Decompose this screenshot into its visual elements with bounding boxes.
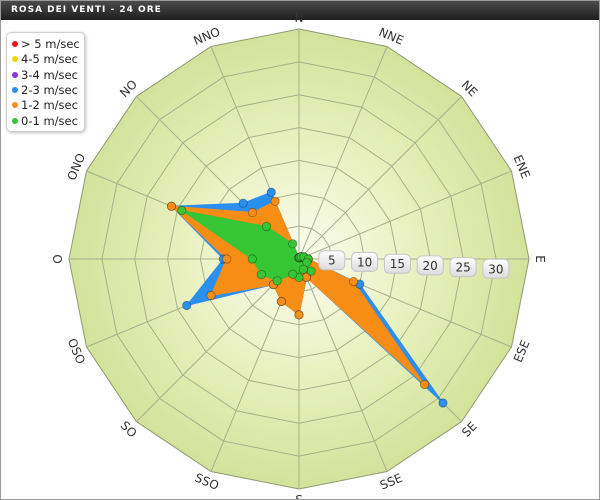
legend: > 5 m/sec 4-5 m/sec 3-4 m/sec 2-3 m/sec 1-2 … bbox=[6, 32, 85, 132]
data-point[interactable] bbox=[348, 276, 359, 287]
legend-label: 1-2 m/sec bbox=[21, 98, 78, 113]
legend-item-0-1-m-sec[interactable]: 0-1 m/sec bbox=[12, 114, 78, 128]
legend-label: 4-5 m/sec bbox=[21, 52, 78, 67]
data-point[interactable] bbox=[276, 296, 286, 307]
radial-tick-label: 20 bbox=[416, 255, 444, 276]
legend-item-4-5-m-sec[interactable]: 4-5 m/sec bbox=[12, 52, 78, 66]
data-point[interactable] bbox=[256, 269, 266, 280]
data-point[interactable] bbox=[182, 300, 192, 311]
data-point[interactable] bbox=[298, 264, 308, 274]
data-point[interactable] bbox=[438, 398, 448, 408]
data-point[interactable] bbox=[294, 310, 304, 320]
radial-tick-label: 10 bbox=[351, 251, 379, 272]
data-point[interactable] bbox=[288, 269, 298, 279]
svg-text:5: 5 bbox=[328, 254, 336, 268]
data-point[interactable] bbox=[288, 239, 298, 249]
direction-label-e: E bbox=[533, 255, 547, 263]
data-point[interactable] bbox=[419, 379, 430, 390]
legend-marker-icon bbox=[12, 117, 18, 124]
svg-text:30: 30 bbox=[488, 262, 503, 276]
direction-label-sso: SSO bbox=[193, 471, 221, 493]
data-point[interactable] bbox=[272, 276, 282, 286]
direction-label-se: SE bbox=[459, 419, 480, 440]
direction-label-oso: OSO bbox=[65, 336, 88, 366]
legend-marker-icon bbox=[12, 56, 18, 63]
direction-label-s: S bbox=[295, 493, 303, 499]
data-point[interactable] bbox=[247, 207, 258, 218]
radial-tick-label: 15 bbox=[383, 253, 411, 274]
legend-label: 2-3 m/sec bbox=[21, 82, 78, 97]
data-point[interactable] bbox=[261, 221, 272, 232]
data-point[interactable] bbox=[222, 254, 232, 264]
legend-label: > 5 m/sec bbox=[21, 37, 80, 51]
direction-label-ene: ENE bbox=[511, 153, 533, 181]
svg-text:15: 15 bbox=[390, 257, 405, 271]
data-point[interactable] bbox=[247, 254, 257, 264]
data-point[interactable] bbox=[206, 290, 216, 301]
legend-marker-icon bbox=[12, 41, 18, 47]
data-point[interactable] bbox=[177, 205, 187, 216]
direction-label-ese: ESE bbox=[511, 338, 533, 364]
legend-label: 0-1 m/sec bbox=[21, 113, 78, 128]
svg-text:20: 20 bbox=[423, 259, 438, 273]
legend-marker-icon bbox=[12, 71, 18, 78]
direction-label-n: N bbox=[295, 11, 304, 25]
legend-marker-icon bbox=[12, 102, 18, 109]
svg-text:25: 25 bbox=[455, 261, 470, 275]
data-point[interactable] bbox=[266, 187, 276, 197]
svg-text:10: 10 bbox=[357, 255, 372, 269]
direction-label-nne: NNE bbox=[377, 25, 406, 48]
direction-label-ono: ONO bbox=[64, 151, 88, 182]
direction-label-o: O bbox=[51, 254, 65, 263]
legend-item-1-2-m-sec[interactable]: 1-2 m/sec bbox=[12, 98, 78, 112]
direction-label-nno: NNO bbox=[191, 25, 222, 48]
data-point[interactable] bbox=[238, 198, 248, 208]
data-point[interactable] bbox=[270, 196, 280, 206]
legend-label: 3-4 m/sec bbox=[21, 67, 78, 82]
data-point[interactable] bbox=[166, 201, 177, 211]
legend-item-2-3-m-sec[interactable]: 2-3 m/sec bbox=[12, 83, 78, 97]
data-point[interactable] bbox=[306, 266, 316, 276]
radial-tick-label: 30 bbox=[482, 258, 510, 279]
chart-panel: ROSA DEI VENTI - 24 ORE 5 10 15 20 25 30 N NNE… bbox=[0, 0, 600, 500]
radial-tick-label: 5 bbox=[318, 250, 346, 271]
direction-label-sse: SSE bbox=[378, 471, 404, 493]
legend-marker-icon bbox=[12, 86, 18, 93]
radial-tick-label: 25 bbox=[449, 257, 477, 278]
wind-rose-chart: 51015202530 NNNENEENEEESESESSESSSOSOOSOO… bbox=[51, 11, 547, 499]
legend-item-5-m-sec[interactable]: > 5 m/sec bbox=[12, 37, 80, 51]
legend-item-3-4-m-sec[interactable]: 3-4 m/sec bbox=[12, 68, 78, 82]
